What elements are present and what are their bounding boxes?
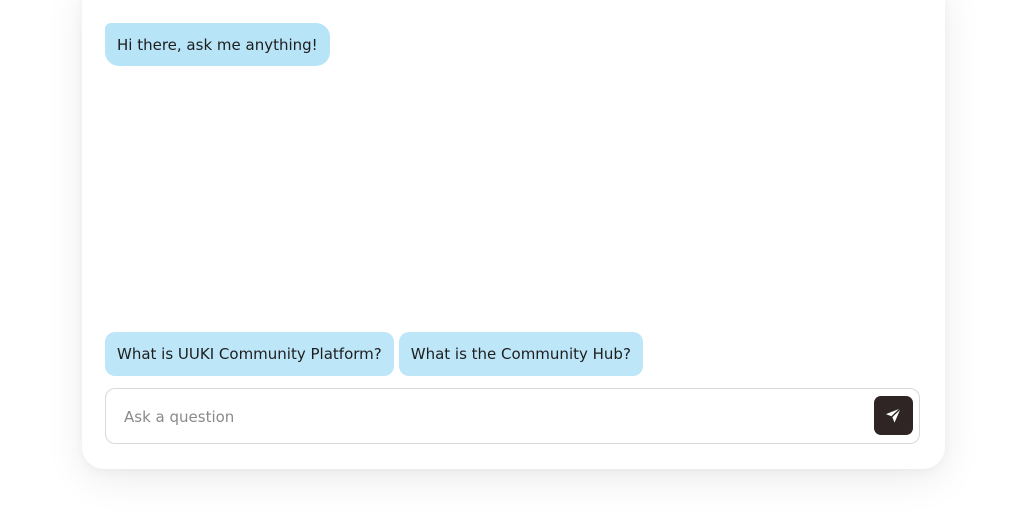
bot-message: Hi there, ask me anything! (105, 23, 330, 66)
bot-message-text: Hi there, ask me anything! (117, 35, 318, 54)
message-composer (105, 388, 920, 445)
suggested-questions: What is UUKI Community Platform? What is… (105, 332, 643, 376)
suggestion-uuki-platform[interactable]: What is UUKI Community Platform? (105, 332, 394, 376)
send-button[interactable] (874, 396, 913, 435)
page: Hi there, ask me anything! What is UUKI … (0, 0, 1024, 512)
suggestion-community-hub[interactable]: What is the Community Hub? (398, 332, 643, 376)
question-input[interactable] (122, 389, 866, 445)
send-icon (884, 406, 903, 425)
